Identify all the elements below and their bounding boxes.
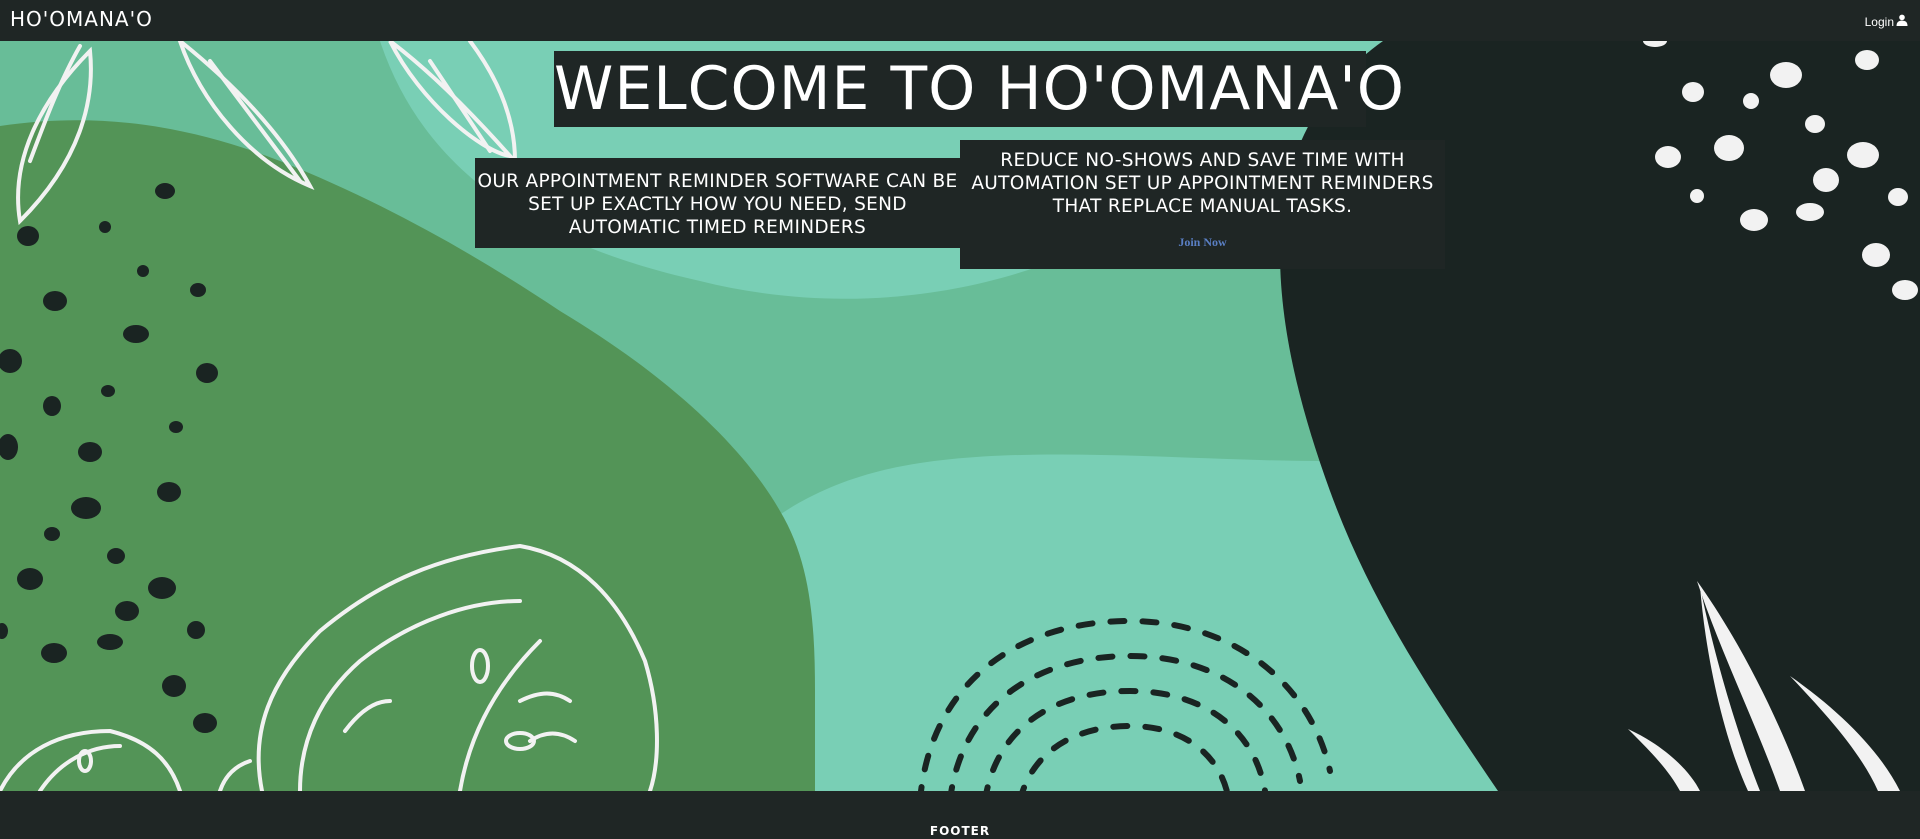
hero-title: WELCOME TO HO'OMANA'O <box>554 51 1404 127</box>
top-navbar: HO'OMANA'O Login <box>0 0 1920 41</box>
hero-section: WELCOME TO HO'OMANA'O OUR APPOINTMENT RE… <box>0 41 1920 791</box>
hero-left-card-text: OUR APPOINTMENT REMINDER SOFTWARE CAN BE… <box>477 171 958 238</box>
hero-right-card-text: REDUCE NO-SHOWS AND SAVE TIME WITH AUTOM… <box>971 150 1434 217</box>
join-now-link[interactable]: Join Now <box>1178 235 1226 250</box>
login-label: Login <box>1864 14 1894 29</box>
user-icon <box>1896 14 1908 29</box>
brand-logo[interactable]: HO'OMANA'O <box>10 7 153 31</box>
login-button[interactable]: Login <box>1865 14 1908 29</box>
footer-label: FOOTER <box>929 824 991 838</box>
hero-left-card: OUR APPOINTMENT REMINDER SOFTWARE CAN BE… <box>475 158 960 248</box>
hero-right-card: REDUCE NO-SHOWS AND SAVE TIME WITH AUTOM… <box>960 140 1445 269</box>
footer: FOOTER <box>0 791 1920 839</box>
